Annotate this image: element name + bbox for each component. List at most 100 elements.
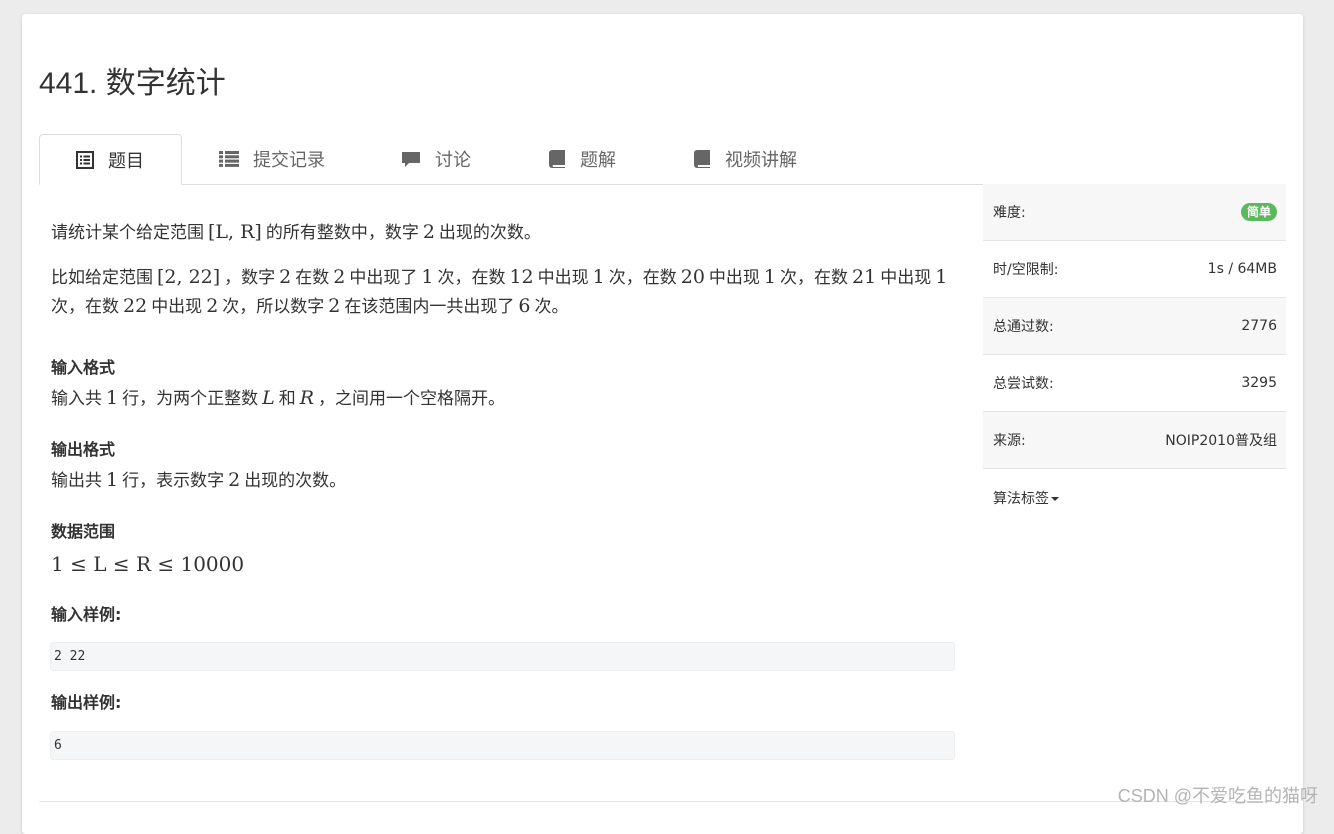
- tab-solutions[interactable]: 题解: [549, 134, 616, 184]
- math: 1: [106, 469, 119, 491]
- problem-info-sidebar: 难度: 简单 时/空限制: 1s / 64MB 总通过数: 2776 总尝试数:…: [983, 184, 1286, 526]
- book-icon: [549, 150, 565, 168]
- limits-row: 时/空限制: 1s / 64MB: [983, 241, 1286, 298]
- difficulty-label: 难度:: [993, 205, 1026, 221]
- tab-discussion[interactable]: 讨论: [401, 134, 471, 184]
- math: 2: [328, 295, 341, 317]
- input-format-section: 输入格式 输入共 1 行，为两个正整数 L 和 R ，之间用一个空格隔开。: [51, 356, 956, 413]
- passed-value: 2776: [1241, 318, 1277, 334]
- text: 次，在数: [437, 268, 506, 288]
- input-format-heading: 输入格式: [51, 358, 116, 377]
- math: 21: [852, 266, 877, 288]
- math: 1: [763, 266, 777, 288]
- math: 1: [592, 266, 605, 288]
- limits-label: 时/空限制:: [993, 262, 1059, 278]
- text: 输入共: [51, 389, 102, 409]
- limits-value: 1s / 64MB: [1207, 261, 1277, 277]
- source-value: NOIP2010普及组: [1165, 433, 1277, 449]
- text: 次，在数: [780, 268, 849, 288]
- attempts-value: 3295: [1241, 375, 1277, 391]
- source-row: 来源: NOIP2010普及组: [983, 412, 1286, 469]
- caret-down-icon: [1051, 496, 1059, 501]
- attempts-label: 总尝试数:: [993, 376, 1054, 392]
- text: 中出现: [708, 268, 760, 288]
- text: 次，所以数字: [222, 297, 325, 317]
- tab-label: 讨论: [435, 150, 471, 171]
- math: 22: [123, 295, 148, 317]
- sample-output-box[interactable]: 6: [50, 731, 955, 760]
- passed-label: 总通过数:: [993, 319, 1054, 335]
- description-paragraph-2: 比如给定范围 [2, 22] ，数字 2 在数 2 中出现了 1 次，在数 12 中出现 1 次，在数 2…: [51, 263, 956, 321]
- list-icon: [219, 151, 239, 167]
- math: 6: [518, 295, 531, 317]
- text: 次。: [534, 297, 569, 317]
- tab-video[interactable]: 视频讲解: [694, 134, 797, 184]
- sample-input-heading: 输入样例:: [51, 605, 122, 624]
- source-label: 来源:: [993, 433, 1026, 449]
- document-list-icon: [76, 150, 94, 169]
- math: 1: [421, 266, 434, 288]
- output-format-heading: 输出格式: [51, 440, 116, 459]
- difficulty-row: 难度: 简单: [983, 184, 1286, 241]
- text: ，之间用一个空格隔开。: [318, 389, 506, 409]
- math: 20: [680, 266, 705, 288]
- passed-row: 总通过数: 2776: [983, 298, 1286, 355]
- math: 12: [509, 266, 534, 288]
- book-icon: [694, 150, 710, 168]
- math: R: [299, 387, 315, 409]
- attempts-row: 总尝试数: 3295: [983, 355, 1286, 412]
- text: 出现的次数。: [244, 471, 347, 491]
- math: 1: [106, 387, 119, 409]
- math: 2: [333, 266, 346, 288]
- text: 中出现: [151, 297, 203, 317]
- text: 在该范围内一共出现了: [344, 297, 515, 317]
- text: 输出共: [51, 471, 102, 491]
- text: 和: [278, 389, 296, 409]
- text: 中出现了: [349, 268, 418, 288]
- text: 在数: [295, 268, 330, 288]
- text: 行，为两个正整数: [122, 389, 259, 409]
- math: 2: [279, 266, 292, 288]
- text: 比如给定范围: [51, 268, 153, 288]
- sample-output-section: 输出样例:: [51, 691, 956, 715]
- data-range-heading: 数据范围: [51, 522, 116, 541]
- text: 中出现: [880, 268, 932, 288]
- output-format-section: 输出格式 输出共 1 行，表示数字 2 出现的次数。: [51, 438, 956, 495]
- algorithm-tags-label: 算法标签: [993, 490, 1049, 507]
- text: 次，在数: [51, 297, 119, 317]
- sample-input-section: 输入样例:: [51, 603, 956, 627]
- text: 请统计某个给定范围: [51, 223, 204, 243]
- tab-label: 题解: [580, 150, 616, 171]
- math: L: [262, 387, 275, 409]
- data-range-formula: 1 ≤ L ≤ R ≤ 10000: [51, 552, 245, 576]
- tab-bar: 题目 提交记录 讨论 题解 视频讲解: [39, 134, 1286, 185]
- algorithm-tags-row[interactable]: 算法标签: [983, 469, 1286, 526]
- tab-label: 视频讲解: [725, 150, 797, 171]
- text: 的所有整数中，数字: [265, 223, 419, 243]
- math: 2: [206, 295, 219, 317]
- text: 中出现: [537, 268, 589, 288]
- tab-problem[interactable]: 题目: [39, 134, 182, 185]
- text: ，数字: [224, 268, 276, 288]
- math: 2: [422, 221, 435, 243]
- sample-input-box[interactable]: 2 22: [50, 642, 955, 671]
- page-title: 441. 数字统计: [39, 67, 226, 100]
- math: [L, R]: [208, 221, 262, 243]
- sample-output-heading: 输出样例:: [51, 693, 122, 712]
- description-paragraph-1: 请统计某个给定范围 [L, R] 的所有整数中，数字 2 出现的次数。: [51, 218, 956, 247]
- math: 2: [228, 469, 241, 491]
- tab-label: 提交记录: [253, 150, 325, 171]
- tab-label: 题目: [108, 150, 144, 172]
- math: 1: [935, 266, 948, 288]
- tab-submissions[interactable]: 提交记录: [219, 134, 325, 184]
- data-range-section: 数据范围 1 ≤ L ≤ R ≤ 10000: [51, 520, 956, 578]
- comment-icon: [402, 151, 420, 167]
- bottom-divider: [39, 801, 1286, 802]
- difficulty-badge: 简单: [1240, 203, 1277, 221]
- math: [2, 22]: [157, 266, 221, 288]
- text: 出现的次数。: [438, 223, 541, 243]
- algorithm-tags-toggle[interactable]: 算法标签: [993, 488, 1059, 508]
- text: 次，在数: [608, 268, 677, 288]
- problem-card: 441. 数字统计 题目 提交记录 讨论 题解 视频讲解 请统计某个给定范围 […: [22, 14, 1303, 834]
- text: 行，表示数字: [122, 471, 225, 491]
